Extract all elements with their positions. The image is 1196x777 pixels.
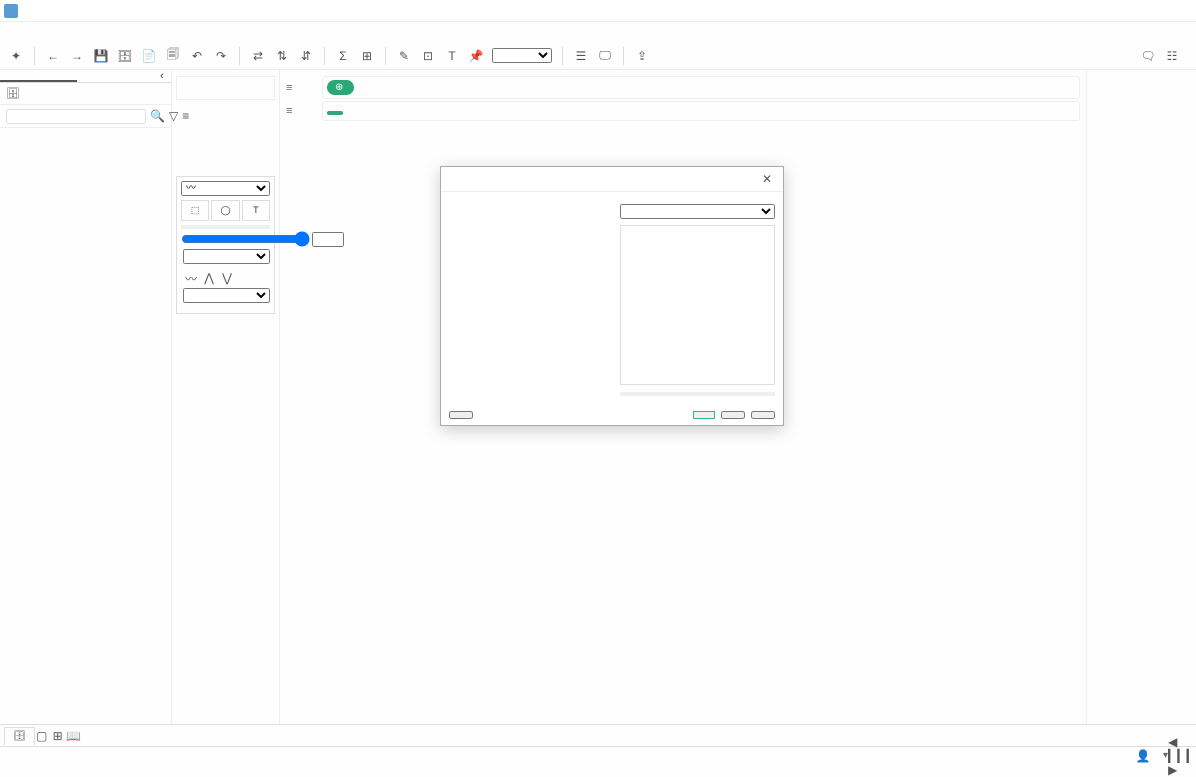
collapse-icon[interactable]: ‹ (153, 70, 171, 82)
halo-select[interactable] (183, 288, 270, 303)
new-worksheet-icon[interactable]: ▢ (34, 728, 50, 744)
new-story-icon[interactable]: 📖 (66, 728, 82, 744)
right-panel (1086, 70, 1196, 724)
data-pane: ‹ 🗄 🔍 ▽ ≡ (0, 70, 172, 724)
pin-icon[interactable]: 📌 (468, 48, 484, 64)
undo-icon[interactable]: ↶ (189, 48, 205, 64)
marker-sel-icon[interactable]: ⋁ (219, 270, 235, 286)
assign-palette-button[interactable] (620, 392, 775, 396)
swap-icon[interactable]: ⇄ (250, 48, 266, 64)
app-icon (4, 4, 18, 18)
new-data-icon[interactable]: 🗄 (117, 48, 133, 64)
toolbar: ✦ ← → 💾 🗄 📄 🗐 ↶ ↷ ⇄ ⇅ ⇵ Σ ⊞ ✎ ⊡ T 📌 ☰ 🖵 … (0, 42, 1196, 70)
labels-icon[interactable]: T (444, 48, 460, 64)
marker-none-icon[interactable]: 〰 (183, 270, 199, 286)
guide-icon[interactable]: 🗨 (1140, 48, 1156, 64)
maximize-button[interactable] (1146, 3, 1162, 19)
new-dashboard-icon[interactable]: ⊞ (50, 728, 66, 744)
columns-shelf[interactable]: ⊕ (322, 76, 1080, 99)
datasource-name[interactable]: 🗄 (0, 83, 171, 105)
rows-pill[interactable] (327, 111, 343, 115)
chart-title (280, 127, 1086, 139)
ok-button[interactable] (693, 411, 715, 419)
showme-icon[interactable]: ☷ (1164, 48, 1180, 64)
close-button[interactable] (1176, 3, 1192, 19)
mark-color-button[interactable]: ⬚ (181, 200, 209, 221)
apply-button[interactable] (751, 411, 775, 419)
marker-all-icon[interactable]: ⋀ (201, 270, 217, 286)
palette-select[interactable] (620, 204, 775, 219)
tableau-icon[interactable]: ✦ (8, 48, 24, 64)
reset-button[interactable] (449, 411, 473, 419)
tables-header (0, 128, 171, 136)
presentation-icon[interactable]: 🖵 (597, 48, 613, 64)
cards-icon[interactable]: ☰ (573, 48, 589, 64)
tab-data[interactable] (0, 70, 77, 82)
redo-icon[interactable]: ↷ (213, 48, 229, 64)
totals-icon[interactable]: Σ (335, 48, 351, 64)
search-input[interactable] (6, 109, 146, 124)
save-icon[interactable]: 💾 (93, 48, 109, 64)
minimize-button[interactable] (1116, 3, 1132, 19)
mark-type-select[interactable]: 〰 (181, 181, 270, 196)
edit-colors-button[interactable] (181, 225, 270, 229)
highlight-icon[interactable]: ✎ (396, 48, 412, 64)
new-sheet-icon[interactable]: 📄 (141, 48, 157, 64)
back-icon[interactable]: ← (45, 48, 61, 64)
forward-icon[interactable]: → (69, 48, 85, 64)
columns-pill[interactable]: ⊕ (327, 80, 354, 95)
share-icon[interactable]: ⇪ (634, 48, 650, 64)
mark-label-button[interactable]: T (242, 200, 270, 221)
fit-select[interactable] (492, 48, 552, 63)
group-icon[interactable]: ⊞ (359, 48, 375, 64)
dialog-close-icon[interactable]: ✕ (759, 171, 775, 187)
cancel-button[interactable] (721, 411, 745, 419)
sort-desc-icon[interactable]: ⇵ (298, 48, 314, 64)
sort-asc-icon[interactable]: ⇅ (274, 48, 290, 64)
duplicate-icon[interactable]: 🗐 (165, 48, 181, 64)
mark-size-button[interactable]: ◯ (211, 200, 239, 221)
cards-column: 〰 ⬚ ◯ T 〰 (172, 70, 280, 724)
search-icon[interactable]: 🔍 (150, 108, 165, 124)
edit-colors-dialog: ✕ (440, 166, 784, 426)
tab-analytics[interactable] (77, 70, 154, 82)
worksheet-icon[interactable]: ⊡ (420, 48, 436, 64)
rows-shelf[interactable] (322, 101, 1080, 121)
border-select[interactable] (183, 249, 270, 264)
datasource-tab[interactable]: 🗄 (4, 727, 35, 745)
